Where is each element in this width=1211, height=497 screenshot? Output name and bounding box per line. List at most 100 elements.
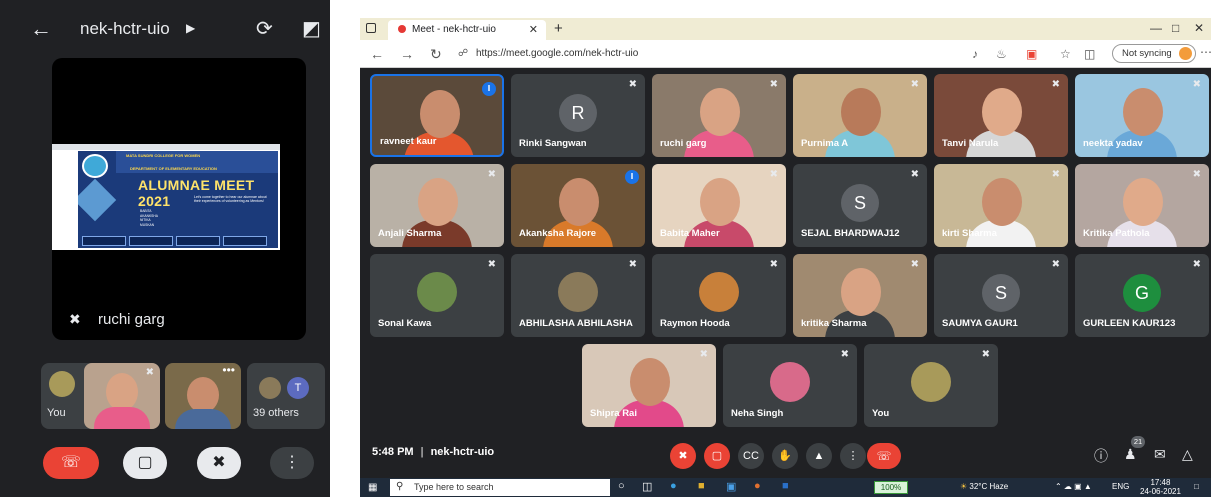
back-icon[interactable]: ← <box>370 46 384 62</box>
app-icon[interactable]: ● <box>754 480 761 492</box>
end-call-button[interactable]: ☏ <box>43 447 99 479</box>
profile-avatar <box>1179 47 1192 60</box>
system-tray-icons[interactable]: ⌃ ☁ ▣ ▲ <box>1055 482 1092 491</box>
language-indicator[interactable]: ENG <box>1112 482 1129 491</box>
edge-icon[interactable]: ● <box>670 480 677 492</box>
participant-tile[interactable]: ✖ kirti Sharma <box>934 164 1068 247</box>
sync-button[interactable]: Not syncing <box>1112 44 1196 63</box>
participant-name: ravneet kaur <box>380 136 437 147</box>
participant-tile[interactable]: ✖ Raymon Hooda <box>652 254 786 337</box>
taskbar-clock[interactable]: 17:48 24-06-2021 <box>1140 478 1181 496</box>
participant-tile[interactable]: S ✖ SAUMYA GAUR1 <box>934 254 1068 337</box>
extension-icon[interactable]: ▣ <box>1026 47 1037 61</box>
present-button[interactable]: ▲ <box>806 443 832 469</box>
participant-tile[interactable]: ✖ Tanvi Narula <box>934 74 1068 157</box>
participant-tile[interactable]: ✖ Shipra Rai <box>582 344 716 427</box>
favorites-icon[interactable]: ☆ <box>1060 47 1071 61</box>
captions-button[interactable]: CC <box>738 443 764 469</box>
close-tab-icon[interactable]: ✕ <box>529 23 538 36</box>
participant-name: Raymon Hooda <box>660 318 730 329</box>
participant-tile[interactable]: G ✖ GURLEEN KAUR123 <box>1075 254 1209 337</box>
participant-video-face <box>1123 88 1163 136</box>
caret-right-icon[interactable]: ▶ <box>186 21 195 35</box>
app-icon[interactable]: ■ <box>782 480 789 492</box>
participant-name: GURLEEN KAUR123 <box>1083 318 1176 329</box>
camera-off-button[interactable]: ▢ <box>123 447 167 479</box>
lock-icon: ☍ <box>458 48 469 59</box>
participant-tile[interactable]: ✖ Purnima A <box>793 74 927 157</box>
participant-video-face <box>982 178 1022 226</box>
new-tab-icon[interactable]: + <box>554 20 563 37</box>
participant-tile[interactable]: S ✖ SEJAL BHARDWAJ12 <box>793 164 927 247</box>
slide-title: ALUMNAE MEET 2021 <box>138 177 255 209</box>
read-aloud-icon[interactable]: ♨ <box>996 47 1007 61</box>
mic-icon[interactable]: ♪ <box>972 47 978 61</box>
participant-tile[interactable]: ✖ Babita Maher <box>652 164 786 247</box>
maximize-icon[interactable]: □ <box>1172 21 1179 35</box>
meeting-code[interactable]: nek-hctr-uio <box>80 19 170 39</box>
windows-start-icon[interactable]: ▦ <box>368 482 377 493</box>
participant-video-face <box>559 178 599 226</box>
mic-off-icon: ✖ <box>69 311 81 327</box>
taskbar-search[interactable]: ⚲ Type here to search <box>390 479 610 496</box>
participant-tile[interactable]: ✖ Neha Singh <box>723 344 857 427</box>
window-menu-icon[interactable] <box>366 23 376 33</box>
forward-icon[interactable]: → <box>400 46 414 62</box>
participant-name: Neha Singh <box>731 408 784 419</box>
participant-tile[interactable]: ✖ kritika Sharma <box>793 254 927 337</box>
more-icon[interactable]: ⋯ <box>1200 45 1211 59</box>
more-options-button[interactable]: ⋮ <box>270 447 314 479</box>
slide-heading-1: MATA SUNDRI COLLEGE FOR WOMEN <box>126 153 201 158</box>
file-explorer-icon[interactable]: ■ <box>698 480 705 492</box>
meet-bottom-bar: 5:48 PM | nek-hctr-uio ✖ ▢ CC ✋ ▲ ⋮ ☏ ⓘ … <box>360 436 1211 478</box>
end-call-button[interactable]: ☏ <box>867 443 901 469</box>
others-tile[interactable]: T 39 others <box>247 363 325 429</box>
weather-widget[interactable]: ☀ 32°C Haze <box>960 482 1008 491</box>
participant-tile[interactable]: ••• <box>165 363 241 429</box>
url-field[interactable]: https://meet.google.com/nek-hctr-uio <box>476 48 638 59</box>
participant-tile[interactable]: ✖ Anjali Sharma <box>370 164 504 247</box>
participant-avatar: R <box>559 93 597 132</box>
headphones-icon[interactable]: ◩ <box>302 16 321 41</box>
store-icon[interactable]: ▣ <box>726 480 736 493</box>
tab-title: Meet - nek-hctr-uio <box>412 24 496 35</box>
mic-off-button[interactable]: ✖ <box>197 447 241 479</box>
participant-tile[interactable]: ✖ You <box>864 344 998 427</box>
participant-tile[interactable]: ✖ Kritika Pathola <box>1075 164 1209 247</box>
participant-video-face <box>841 88 881 136</box>
mic-off-button[interactable]: ✖ <box>670 443 696 469</box>
close-window-icon[interactable]: ✕ <box>1194 21 1204 35</box>
collections-icon[interactable]: ◫ <box>1084 47 1095 61</box>
participant-tile[interactable]: ✖ ABHILASHA ABHILASHA <box>511 254 645 337</box>
raise-hand-button[interactable]: ✋ <box>772 443 798 469</box>
participant-tile[interactable]: R ✖ Rinki Sangwan <box>511 74 645 157</box>
participant-tile[interactable]: ✖ <box>84 363 160 429</box>
search-icon: ⚲ <box>396 481 404 492</box>
participant-tile[interactable]: ✖ ruchi garg <box>652 74 786 157</box>
main-video[interactable]: MATA SUNDRI COLLEGE FOR WOMEN DEPARTMENT… <box>52 58 306 340</box>
refresh-icon[interactable]: ↻ <box>430 46 442 63</box>
minimize-icon[interactable]: — <box>1150 21 1162 35</box>
zoom-indicator: 100% <box>874 481 908 494</box>
more-dots-icon[interactable]: ••• <box>222 363 235 377</box>
cortana-icon[interactable]: ○ <box>618 480 625 492</box>
mic-off-icon: ✖ <box>981 349 990 360</box>
notification-icon[interactable]: □ <box>1194 482 1199 491</box>
mic-off-icon: ✖ <box>769 79 778 90</box>
participant-tile[interactable]: ‖ Akanksha Rajore <box>511 164 645 247</box>
chat-icon[interactable]: ✉ <box>1154 446 1166 463</box>
browser-tab[interactable]: Meet - nek-hctr-uio ✕ <box>388 20 546 40</box>
participant-tile[interactable]: ✖ Sonal Kawa <box>370 254 504 337</box>
participant-name: Anjali Sharma <box>378 228 442 239</box>
switch-camera-icon[interactable]: ⟳ <box>256 16 273 41</box>
more-options-button[interactable]: ⋮ <box>840 443 866 469</box>
task-view-icon[interactable]: ◫ <box>642 480 652 493</box>
back-arrow-icon[interactable]: ← <box>30 16 52 42</box>
recording-dot-icon <box>398 25 406 33</box>
people-icon[interactable]: ♟ <box>1124 446 1137 463</box>
activities-icon[interactable]: △ <box>1182 446 1193 463</box>
camera-off-button[interactable]: ▢ <box>704 443 730 469</box>
info-icon[interactable]: ⓘ <box>1094 446 1108 466</box>
participant-tile[interactable]: ‖ ravneet kaur <box>370 74 504 157</box>
participant-tile[interactable]: ✖ neekta yadav <box>1075 74 1209 157</box>
